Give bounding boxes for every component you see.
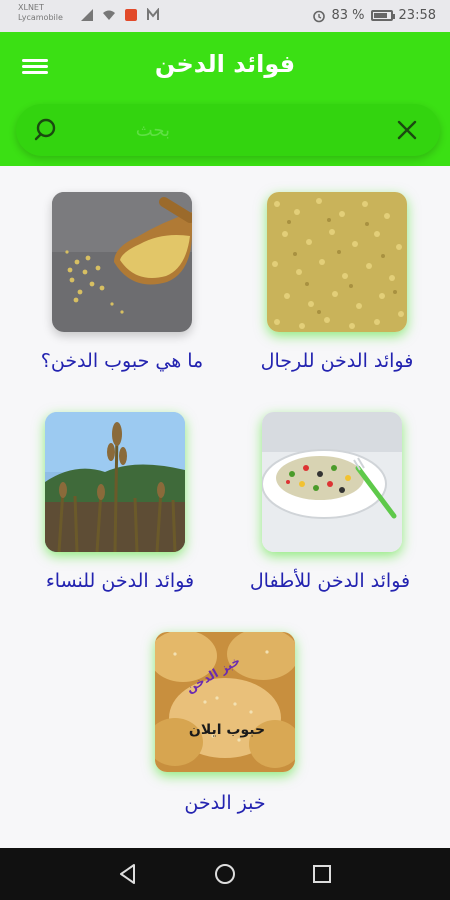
carrier-info: XLNET Lycamobile [18, 3, 63, 23]
app-bar: فوائد الدخن [0, 32, 450, 166]
carrier-line-2: Lycamobile [18, 13, 63, 22]
card-label[interactable]: خبز الدخن [115, 792, 335, 814]
battery-level [373, 13, 387, 18]
status-right: 83 % 23:58 [312, 8, 436, 23]
battery-percent: 83 % [331, 8, 365, 23]
millet-salad-image[interactable] [262, 412, 402, 552]
search-input[interactable] [76, 116, 380, 144]
home-icon[interactable] [213, 862, 237, 886]
millet-scoop-image[interactable] [52, 192, 192, 332]
status-icons [80, 8, 160, 22]
search-icon[interactable] [34, 118, 58, 142]
notification-icon [125, 9, 137, 21]
millet-grains-image[interactable] [267, 192, 407, 332]
millet-plants-image[interactable] [45, 412, 185, 552]
card-label[interactable]: فوائد الدخن للأطفال [220, 570, 440, 592]
close-icon[interactable] [396, 119, 418, 141]
signal-icon [81, 9, 93, 21]
recents-icon[interactable] [310, 862, 334, 886]
millet-bread-image[interactable]: خبز الدخن حبوب ايلان [155, 632, 295, 772]
back-icon[interactable] [116, 862, 140, 886]
card-label[interactable]: فوائد الدخن للنساء [10, 570, 230, 592]
page-title: فوائد الدخن [154, 50, 296, 78]
search-bar[interactable] [16, 104, 440, 156]
card-label[interactable]: ما هي حبوب الدخن؟ [12, 350, 232, 372]
app-notification-icon [147, 8, 159, 20]
wifi-icon [103, 10, 115, 20]
status-bar: XLNET Lycamobile 83 % 23:58 [0, 0, 450, 32]
clock: 23:58 [398, 8, 436, 23]
system-nav-bar [0, 848, 450, 900]
carrier-line-1: XLNET [18, 3, 44, 12]
battery-icon [370, 10, 395, 21]
bread-watermark-main: حبوب ايلان [189, 722, 265, 738]
card-label[interactable]: فوائد الدخن للرجال [227, 350, 447, 372]
alarm-icon [312, 10, 325, 22]
